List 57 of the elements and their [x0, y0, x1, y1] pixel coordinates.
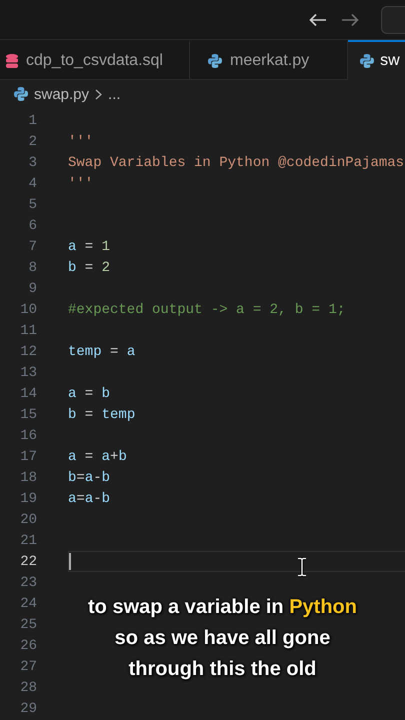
- line-number: 4: [28, 176, 37, 192]
- line-number: 13: [19, 364, 37, 380]
- line-number: 28: [19, 680, 37, 696]
- file-tab[interactable]: cdp_to_csvdata.sql: [0, 40, 190, 80]
- chevron-icon: [95, 88, 102, 100]
- line-number: 24: [19, 596, 37, 612]
- caption-text: so as we have all gone: [114, 627, 330, 649]
- line-number: 2: [28, 134, 37, 150]
- line-number: 16: [19, 428, 37, 444]
- code-line: a = b: [68, 386, 110, 402]
- line-number: 12: [19, 344, 37, 360]
- code-line: Swap Variables in Python @codedinPajamas: [68, 154, 404, 170]
- line-number: 14: [19, 386, 37, 402]
- code-line: b = 2: [68, 260, 110, 276]
- line-number: 18: [19, 470, 37, 486]
- line-number: 11: [19, 322, 37, 338]
- line-number: 9: [28, 280, 37, 296]
- python-icon: [208, 54, 222, 68]
- line-number: 15: [19, 406, 37, 422]
- line-number: 20: [19, 512, 37, 528]
- code-line: temp = a: [68, 344, 136, 360]
- file-tab[interactable]: sw: [348, 40, 405, 80]
- line-number: 25: [19, 616, 37, 632]
- code-line: ''': [68, 134, 94, 150]
- code-line: b = temp: [68, 406, 136, 422]
- line-number: 26: [19, 638, 37, 654]
- line-number: 7: [28, 238, 37, 254]
- line-number: 17: [19, 448, 37, 464]
- line-number: 5: [28, 196, 37, 212]
- text-cursor: [69, 553, 71, 570]
- line-number: 19: [19, 490, 37, 506]
- code-line: ''': [68, 176, 94, 192]
- line-number: 10: [19, 302, 37, 318]
- line-number: 8: [28, 260, 37, 276]
- line-number: 22: [19, 554, 37, 570]
- caption-text: Python: [289, 596, 357, 618]
- line-number: 6: [28, 218, 37, 234]
- code-line: a = 1: [68, 238, 110, 254]
- breadcrumb-file[interactable]: swap.py: [34, 86, 90, 102]
- python-icon: [360, 54, 374, 68]
- line-number: 21: [19, 532, 37, 548]
- breadcrumb-symbols[interactable]: ...: [108, 86, 121, 102]
- i-beam-cursor-icon: [297, 557, 307, 577]
- code-line: b=a-b: [68, 470, 110, 486]
- line-number: 1: [28, 112, 37, 128]
- line-number: 29: [19, 700, 37, 716]
- back-arrow-icon[interactable]: [309, 12, 327, 26]
- python-icon: [14, 87, 28, 101]
- caption-text: through this the old: [128, 658, 316, 680]
- database-icon: [6, 54, 18, 68]
- code-line: a = a+b: [68, 448, 127, 464]
- caption-text: to swap a variable in: [88, 596, 285, 618]
- code-line: #expected output -> a = 2, b = 1;: [68, 302, 346, 318]
- line-number: 23: [19, 574, 37, 590]
- line-number: 3: [28, 154, 37, 170]
- line-number: 27: [19, 658, 37, 674]
- code-line: a=a-b: [68, 490, 110, 506]
